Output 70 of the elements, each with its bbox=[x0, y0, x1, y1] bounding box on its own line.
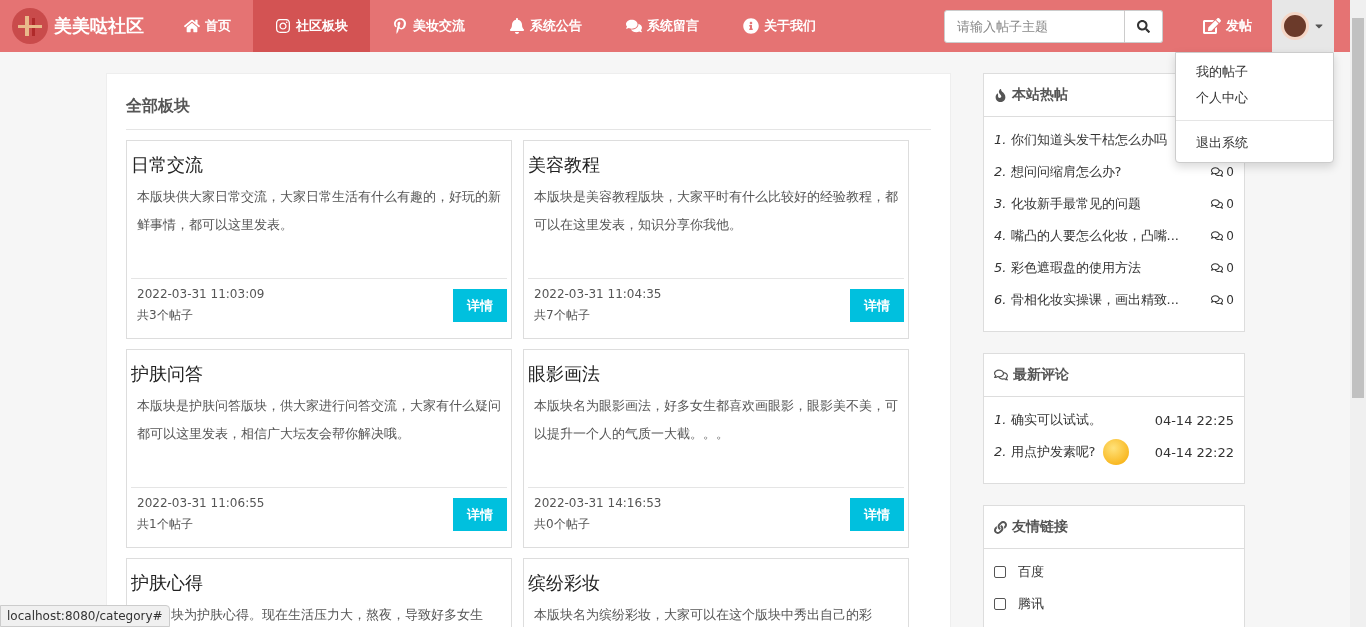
section-title: 全部板块 bbox=[126, 90, 931, 130]
avatar bbox=[1281, 12, 1309, 40]
comment-time: 04-14 22:22 bbox=[1154, 444, 1234, 460]
board-title: 护肤问答 bbox=[131, 362, 204, 386]
board-date: 2022-03-31 14:16:53 bbox=[534, 496, 662, 510]
search-button[interactable] bbox=[1125, 9, 1163, 43]
board-title: 缤纷彩妆 bbox=[528, 571, 601, 595]
board-description: 本版块是护肤问答版块，供大家进行问答交流，大家有什么疑问都可以这里发表，相信广大坛友会帮你解决哦。 bbox=[136, 397, 502, 443]
comments-icon bbox=[1211, 294, 1224, 306]
board-date: 2022-03-31 11:03:09 bbox=[137, 287, 265, 301]
board-description: 本版块是美容教程版块，大家平时有什么比较好的经验教程，都可以在这里发表，知识分享你我他。 bbox=[533, 188, 899, 234]
hot-post-link[interactable]: 3. 化妆新手最常见的问题 bbox=[994, 195, 1141, 213]
board-date: 2022-03-31 11:04:35 bbox=[534, 287, 662, 301]
logo-icon bbox=[12, 8, 48, 44]
board-description: 本版块供大家日常交流，大家日常生活有什么有趣的，好玩的新鲜事情，都可以这里发表。 bbox=[136, 188, 502, 234]
post-count: 共1个帖子 bbox=[137, 516, 194, 533]
comment-time: 04-14 22:25 bbox=[1154, 412, 1234, 428]
chat-icon bbox=[626, 18, 642, 34]
board-title: 美容教程 bbox=[528, 153, 601, 177]
board-title: 护肤心得 bbox=[131, 571, 204, 595]
panel-title: 本站热帖 bbox=[1012, 86, 1068, 104]
panel-title: 友情链接 bbox=[1012, 518, 1068, 536]
search-field[interactable]: 请输入帖子主题 bbox=[944, 9, 1125, 43]
user-menu-button[interactable] bbox=[1272, 0, 1334, 52]
comment-count: 0 bbox=[1226, 293, 1234, 307]
search-icon bbox=[1137, 19, 1150, 33]
board-description: 本版块名为眼影画法，好多女生都喜欢画眼影，眼影美不美，可以提升一个人的气质一大截。。。 bbox=[533, 397, 899, 443]
board-date: 2022-03-31 11:06:55 bbox=[137, 496, 265, 510]
house-icon bbox=[184, 18, 200, 34]
smiley-icon bbox=[1103, 439, 1130, 465]
info-icon bbox=[743, 18, 759, 34]
board-title: 眼影画法 bbox=[528, 362, 601, 386]
checkbox[interactable] bbox=[994, 598, 1006, 610]
bell-icon bbox=[509, 18, 525, 34]
flame-icon bbox=[994, 88, 1007, 102]
post-count: 共7个帖子 bbox=[534, 307, 591, 324]
comments-icon bbox=[1211, 198, 1224, 210]
post-count: 共0个帖子 bbox=[534, 516, 591, 533]
comment-count: 0 bbox=[1226, 197, 1234, 211]
camera-icon bbox=[275, 18, 291, 34]
panel-title: 最新评论 bbox=[1013, 366, 1069, 384]
board-description: 本版块名为缤纷彩妆，大家可以在这个版块中秀出自己的彩 bbox=[533, 606, 873, 624]
comment-count: 0 bbox=[1226, 261, 1234, 275]
comments-icon bbox=[1211, 230, 1224, 242]
post-count: 共3个帖子 bbox=[137, 307, 194, 324]
checkbox[interactable] bbox=[994, 566, 1006, 578]
status-bar-url: localhost:8080/category# bbox=[0, 605, 170, 627]
comment-link[interactable]: 1. 确实可以试试。 bbox=[994, 411, 1102, 429]
comments-icon bbox=[1211, 262, 1224, 274]
comments-icon bbox=[1211, 166, 1224, 178]
comment-count: 0 bbox=[1226, 229, 1234, 243]
pin-icon bbox=[392, 18, 408, 34]
link-icon bbox=[994, 520, 1007, 534]
edit-icon bbox=[1203, 17, 1221, 35]
menu-item[interactable]: 个人中心 bbox=[1176, 85, 1333, 111]
comment-link[interactable]: 2. 用点护发素呢? bbox=[994, 443, 1096, 461]
nav-link[interactable]: 社区板块 bbox=[253, 0, 370, 52]
friend-link[interactable]: 腾讯 bbox=[1018, 595, 1044, 613]
hot-post-link[interactable]: 4. 嘴凸的人要怎么化妆，凸嘴... bbox=[994, 227, 1179, 245]
menu-item[interactable]: 我的帖子 bbox=[1176, 59, 1333, 85]
hot-post-link[interactable]: 6. 骨相化妆实操课，画出精致... bbox=[994, 291, 1179, 309]
comments-icon bbox=[994, 368, 1008, 382]
hot-post-link[interactable]: 2. 想问问缩肩怎么办? bbox=[994, 163, 1122, 181]
scrollbar-thumb[interactable] bbox=[1352, 18, 1364, 398]
friend-link[interactable]: 百度 bbox=[1018, 563, 1044, 581]
comment-count: 0 bbox=[1226, 165, 1234, 179]
hot-post-link[interactable]: 5. 彩色遮瑕盘的使用方法 bbox=[994, 259, 1141, 277]
hot-post-link[interactable]: 1. 你们知道头发干枯怎么办吗 bbox=[994, 131, 1167, 149]
board-title: 日常交流 bbox=[131, 153, 204, 177]
menu-item[interactable]: 退出系统 bbox=[1176, 130, 1333, 156]
